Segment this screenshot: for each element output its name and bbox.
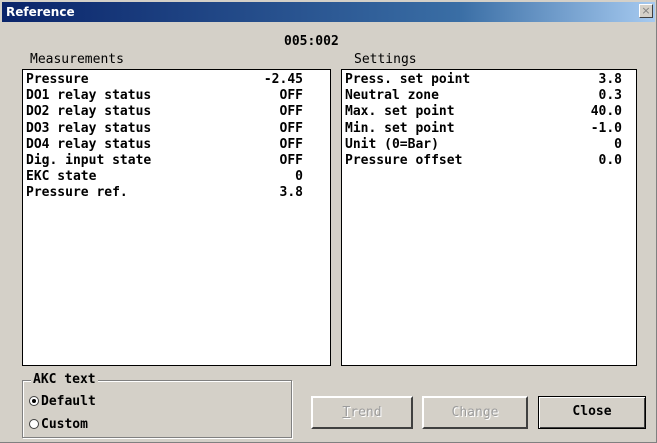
measurements-label: DO2 relay status [26,104,152,120]
measurements-row: Pressure ref. 3.8 [23,185,330,200]
settings-row: Unit (0=Bar) 0 [342,137,636,152]
address-label: 005:002 [284,34,339,49]
settings-row: Max. set point 40.0 [342,104,636,119]
measurements-value: OFF [279,120,303,136]
measurements-label: DO4 relay status [26,136,152,152]
radio-default[interactable]: Default [29,393,96,411]
measurements-row: Dig. input state OFF [23,153,330,168]
settings-label: Pressure offset [345,153,463,168]
settings-label: Unit (0=Bar) [345,136,439,152]
change-button[interactable]: Change [422,396,528,429]
measurements-label: Dig. input state [26,153,152,168]
measurements-value: OFF [279,104,303,120]
radio-default-label: Default [41,394,96,409]
close-button[interactable]: Close [538,396,646,429]
akc-text-legend: AKC text [31,372,98,388]
radio-custom-label: Custom [41,417,88,432]
measurements-value: 0 [295,169,303,185]
settings-row: Press. set point 3.8 [342,72,636,87]
settings-label: Neutral zone [345,88,439,104]
measurements-label: Pressure ref. [26,185,128,201]
akc-text-group: AKC text Default Custom [22,372,292,438]
measurements-panel: Pressure -2.45 DO1 relay status OFF DO2 rela… [22,69,331,366]
settings-value: 0 [614,136,622,152]
window-title: Reference [6,5,75,19]
measurements-value: -2.45 [263,72,303,87]
measurements-label: DO3 relay status [26,120,152,136]
measurements-label: EKC state [26,169,97,185]
measurements-row: DO4 relay status OFF [23,137,330,152]
trend-button[interactable]: Trend [311,396,413,429]
radio-selected-icon[interactable] [29,395,39,406]
measurements-row: Pressure -2.45 [23,72,330,87]
measurements-row: DO2 relay status OFF [23,104,330,119]
measurements-value: 3.8 [279,185,303,201]
measurements-value: OFF [279,88,303,104]
title-bar[interactable]: Reference × [2,2,655,22]
measurements-row: DO3 relay status OFF [23,121,330,136]
radio-custom[interactable]: Custom [29,416,88,434]
measurements-row: EKC state 0 [23,169,330,184]
settings-value: 40.0 [590,104,622,120]
close-icon[interactable]: × [639,4,653,18]
settings-label: Min. set point [345,120,455,136]
settings-value: 3.8 [598,72,622,87]
settings-panel: Press. set point 3.8 Neutral zone 0.3 Max. s… [341,69,637,366]
reference-window: Reference × 005:002 Measurements Setting… [0,0,657,443]
measurements-label: DO1 relay status [26,88,152,104]
settings-row: Neutral zone 0.3 [342,88,636,103]
measurements-value: OFF [279,136,303,152]
settings-value: 0.3 [598,88,622,104]
settings-value: -1.0 [590,120,622,136]
measurements-heading: Measurements [30,52,124,67]
settings-value: 0.0 [598,153,622,168]
trend-button-label: rend [350,405,382,420]
measurements-label: Pressure [26,72,89,87]
settings-row: Min. set point -1.0 [342,121,636,136]
settings-label: Max. set point [345,104,455,120]
settings-heading: Settings [354,52,417,67]
measurements-value: OFF [279,153,303,168]
radio-unselected-icon[interactable] [29,418,39,429]
settings-row: Pressure offset 0.0 [342,153,636,168]
settings-label: Press. set point [345,72,471,87]
measurements-row: DO1 relay status OFF [23,88,330,103]
